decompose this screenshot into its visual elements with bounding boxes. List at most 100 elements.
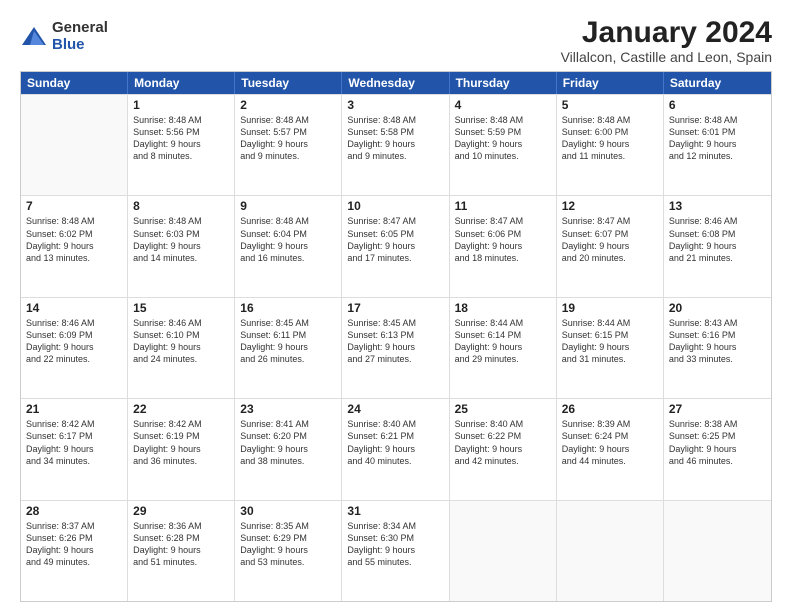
calendar-cell: 18Sunrise: 8:44 AMSunset: 6:14 PMDayligh… (450, 298, 557, 398)
cell-line: Sunrise: 8:48 AM (240, 215, 336, 227)
calendar-cell (664, 501, 771, 601)
calendar-cell: 26Sunrise: 8:39 AMSunset: 6:24 PMDayligh… (557, 399, 664, 499)
calendar-cell: 9Sunrise: 8:48 AMSunset: 6:04 PMDaylight… (235, 196, 342, 296)
cell-line: Sunset: 6:08 PM (669, 228, 766, 240)
calendar-cell: 13Sunrise: 8:46 AMSunset: 6:08 PMDayligh… (664, 196, 771, 296)
calendar-cell: 8Sunrise: 8:48 AMSunset: 6:03 PMDaylight… (128, 196, 235, 296)
cell-line: Daylight: 9 hours (240, 443, 336, 455)
cell-line: Sunset: 6:07 PM (562, 228, 658, 240)
cell-line: Sunset: 6:26 PM (26, 532, 122, 544)
cell-line: and 17 minutes. (347, 252, 443, 264)
calendar-header-cell: Monday (128, 72, 235, 94)
day-number: 25 (455, 402, 551, 416)
cell-line: Sunset: 6:29 PM (240, 532, 336, 544)
cell-line: and 36 minutes. (133, 455, 229, 467)
day-number: 24 (347, 402, 443, 416)
cell-line: and 46 minutes. (669, 455, 766, 467)
cell-line: and 8 minutes. (133, 150, 229, 162)
cell-line: Sunrise: 8:40 AM (455, 418, 551, 430)
cell-line: Daylight: 9 hours (133, 544, 229, 556)
cell-line: Sunrise: 8:34 AM (347, 520, 443, 532)
cell-line: Daylight: 9 hours (133, 341, 229, 353)
calendar-cell: 7Sunrise: 8:48 AMSunset: 6:02 PMDaylight… (21, 196, 128, 296)
cell-line: Sunset: 6:06 PM (455, 228, 551, 240)
calendar-header-cell: Wednesday (342, 72, 449, 94)
day-number: 2 (240, 98, 336, 112)
day-number: 19 (562, 301, 658, 315)
calendar-cell: 24Sunrise: 8:40 AMSunset: 6:21 PMDayligh… (342, 399, 449, 499)
calendar-cell (21, 95, 128, 195)
cell-line: Sunrise: 8:36 AM (133, 520, 229, 532)
cell-line: and 38 minutes. (240, 455, 336, 467)
cell-line: Daylight: 9 hours (133, 443, 229, 455)
cell-line: Daylight: 9 hours (562, 240, 658, 252)
cell-line: Sunset: 6:00 PM (562, 126, 658, 138)
calendar-cell: 12Sunrise: 8:47 AMSunset: 6:07 PMDayligh… (557, 196, 664, 296)
calendar-row: 28 Sunrise: 8:37 AMSunset: 6:26 PM Dayligh… (21, 500, 771, 601)
cell-line: Daylight: 9 hours (347, 341, 443, 353)
cell-line: Daylight: 9 hours (455, 443, 551, 455)
day-number: 31 (347, 504, 443, 518)
calendar-body: 1Sunrise: 8:48 AMSunset: 5:56 PMDaylight… (21, 94, 771, 601)
cell-line: Sunrise: 8:40 AM (347, 418, 443, 430)
cell-line: Sunrise: 8:37 AM (26, 520, 122, 532)
cell-line: and 18 minutes. (455, 252, 551, 264)
logo-icon (20, 23, 48, 51)
cell-line: Sunrise: 8:48 AM (26, 215, 122, 227)
calendar-row: 1Sunrise: 8:48 AMSunset: 5:56 PMDaylight… (21, 94, 771, 195)
calendar-header-cell: Sunday (21, 72, 128, 94)
day-number: 28 (26, 504, 122, 518)
day-number: 27 (669, 402, 766, 416)
cell-line: Sunrise: 8:46 AM (669, 215, 766, 227)
cell-line: and 20 minutes. (562, 252, 658, 264)
cell-line: Sunset: 6:14 PM (455, 329, 551, 341)
day-number: 5 (562, 98, 658, 112)
day-number: 13 (669, 199, 766, 213)
cell-line: Daylight: 9 hours (562, 138, 658, 150)
cell-line: Daylight: 9 hours (347, 240, 443, 252)
cell-line: Sunset: 6:02 PM (26, 228, 122, 240)
calendar: SundayMondayTuesdayWednesdayThursdayFrid… (20, 71, 772, 602)
calendar-cell: 17Sunrise: 8:45 AMSunset: 6:13 PMDayligh… (342, 298, 449, 398)
cell-line: Sunrise: 8:42 AM (26, 418, 122, 430)
day-number: 8 (133, 199, 229, 213)
cell-line: Sunrise: 8:48 AM (133, 215, 229, 227)
cell-line: Daylight: 9 hours (26, 341, 122, 353)
cell-line: Daylight: 9 hours (455, 341, 551, 353)
calendar-cell: 11Sunrise: 8:47 AMSunset: 6:06 PMDayligh… (450, 196, 557, 296)
cell-line: Sunrise: 8:48 AM (240, 114, 336, 126)
day-number: 14 (26, 301, 122, 315)
cell-line: Sunrise: 8:47 AM (347, 215, 443, 227)
cell-line: Sunset: 6:17 PM (26, 430, 122, 442)
cell-line: Daylight: 9 hours (562, 443, 658, 455)
cell-line: and 13 minutes. (26, 252, 122, 264)
cell-line: and 9 minutes. (347, 150, 443, 162)
cell-line: and 53 minutes. (240, 556, 336, 568)
cell-line: Sunset: 6:21 PM (347, 430, 443, 442)
calendar-cell: 23Sunrise: 8:41 AMSunset: 6:20 PMDayligh… (235, 399, 342, 499)
calendar-cell (557, 501, 664, 601)
cell-line: Sunset: 6:01 PM (669, 126, 766, 138)
page: General Blue January 2024 Villalcon, Cas… (0, 0, 792, 612)
cell-line: Sunrise: 8:38 AM (669, 418, 766, 430)
calendar-cell: 22Sunrise: 8:42 AMSunset: 6:19 PMDayligh… (128, 399, 235, 499)
cell-line: Daylight: 9 hours (669, 138, 766, 150)
cell-line: Sunset: 5:59 PM (455, 126, 551, 138)
cell-line: Daylight: 9 hours (240, 341, 336, 353)
cell-line: Sunset: 6:20 PM (240, 430, 336, 442)
day-number: 17 (347, 301, 443, 315)
day-number: 6 (669, 98, 766, 112)
cell-line: Sunrise: 8:45 AM (347, 317, 443, 329)
cell-line: Sunrise: 8:44 AM (455, 317, 551, 329)
cell-line: Daylight: 9 hours (240, 544, 336, 556)
cell-line: and 26 minutes. (240, 353, 336, 365)
logo-text: General Blue (52, 20, 108, 53)
cell-line: and 24 minutes. (133, 353, 229, 365)
calendar-header-cell: Friday (557, 72, 664, 94)
calendar-header-cell: Tuesday (235, 72, 342, 94)
calendar-cell: 25Sunrise: 8:40 AMSunset: 6:22 PMDayligh… (450, 399, 557, 499)
cell-line: Sunset: 6:15 PM (562, 329, 658, 341)
title-block: January 2024 Villalcon, Castille and Leo… (561, 16, 772, 65)
cell-line: and 55 minutes. (347, 556, 443, 568)
cell-line: Daylight: 9 hours (240, 240, 336, 252)
